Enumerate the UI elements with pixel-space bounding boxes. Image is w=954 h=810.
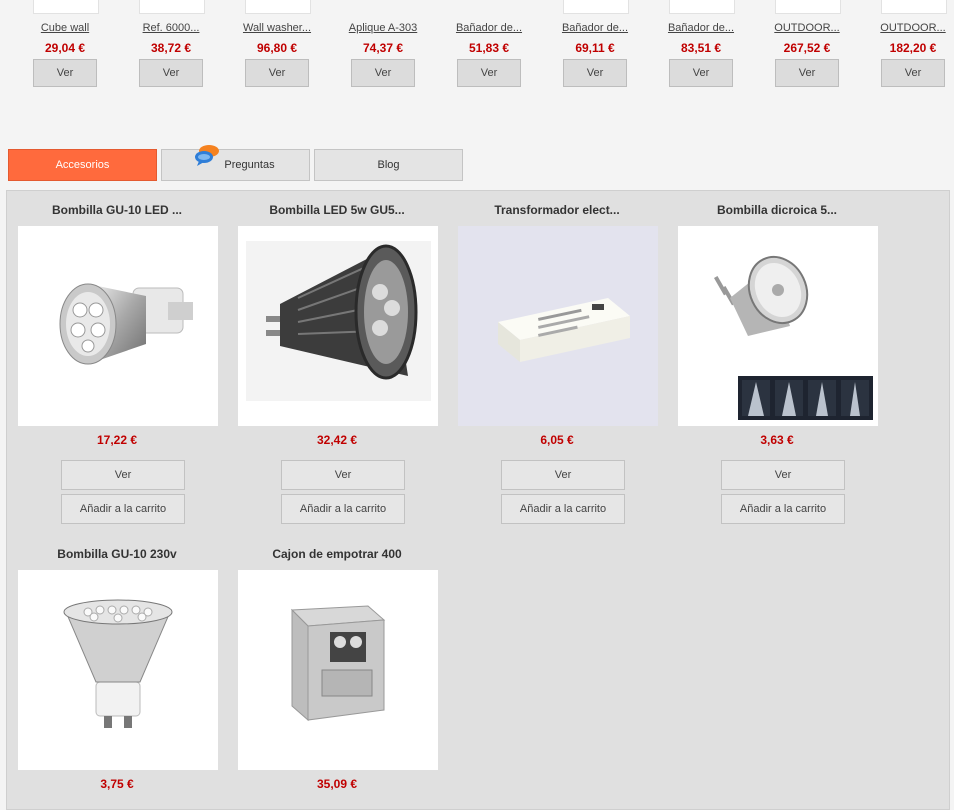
product-image[interactable] — [458, 226, 658, 426]
product-title[interactable]: Bombilla GU-10 LED ... — [7, 203, 227, 217]
add-to-cart-button[interactable]: Añadir a la carrito — [501, 494, 625, 524]
product-price: 32,42 € — [316, 433, 358, 447]
carousel-item-title[interactable]: OUTDOOR... — [863, 22, 954, 34]
product-thumbnail[interactable] — [881, 0, 947, 14]
carousel-item: OUTDOOR... 182,20 € Ver — [863, 0, 954, 100]
carousel-item: Bañador de... 83,51 € Ver — [651, 0, 751, 100]
product-title[interactable]: Bombilla GU-10 230v — [7, 547, 227, 561]
accessories-panel: Bombilla GU-10 LED ... 17,22 € Ver Añadi… — [6, 190, 950, 810]
carousel-item-title[interactable]: Bañador de... — [545, 22, 645, 34]
product-image[interactable] — [238, 570, 438, 770]
carousel-item: Cube wall 29,04 € Ver — [15, 0, 115, 100]
carousel-item: Bañador de... 69,11 € Ver — [545, 0, 645, 100]
tab-label: Accesorios — [55, 159, 110, 171]
product-thumbnail[interactable] — [563, 0, 629, 14]
recessed-box-image — [290, 605, 386, 722]
carousel-item-title[interactable]: OUTDOOR... — [757, 22, 857, 34]
ver-button[interactable]: Ver — [139, 59, 203, 87]
ver-button[interactable]: Ver — [669, 59, 733, 87]
product-thumbnail[interactable] — [351, 0, 415, 13]
ver-button[interactable]: Ver — [881, 59, 945, 87]
product-price: 17,22 € — [96, 433, 138, 447]
ver-button[interactable]: Ver — [721, 460, 845, 490]
product-image[interactable] — [238, 226, 438, 426]
product-thumbnail[interactable] — [775, 0, 841, 14]
ver-button[interactable]: Ver — [61, 460, 185, 490]
product-thumbnail[interactable] — [33, 0, 99, 14]
carousel-item-title[interactable]: Cube wall — [15, 22, 115, 34]
product-image[interactable] — [18, 226, 218, 426]
carousel-item-price: 38,72 € — [150, 41, 192, 55]
ver-button[interactable]: Ver — [33, 59, 97, 87]
add-to-cart-button[interactable]: Añadir a la carrito — [281, 494, 405, 524]
carousel-item-price: 83,51 € — [680, 41, 722, 55]
product-thumbnail[interactable] — [457, 0, 521, 13]
tab-label: Preguntas — [224, 159, 275, 171]
related-products-carousel: Cube wall 29,04 € Ver Ref. 6000... 38,72… — [0, 0, 954, 100]
add-to-cart-button[interactable]: Añadir a la carrito — [61, 494, 185, 524]
ver-button[interactable]: Ver — [775, 59, 839, 87]
chat-bubbles-icon — [195, 145, 219, 166]
tab-preguntas[interactable]: Preguntas — [161, 145, 310, 181]
tab-label: Blog — [377, 159, 400, 171]
ver-button[interactable]: Ver — [501, 460, 625, 490]
product-title[interactable]: Cajon de empotrar 400 — [227, 547, 447, 561]
carousel-item-title[interactable]: Bañador de... — [439, 22, 539, 34]
carousel-item: Wall washer... 96,80 € Ver — [227, 0, 327, 100]
carousel-item: Aplique A-303 74,37 € Ver — [333, 0, 433, 100]
ver-button[interactable]: Ver — [457, 59, 521, 87]
carousel-item: Bañador de... 51,83 € Ver — [439, 0, 539, 100]
product-price: 3,75 € — [100, 777, 134, 791]
carousel-item-price: 267,52 € — [783, 41, 831, 55]
carousel-item-price: 51,83 € — [468, 41, 510, 55]
carousel-item-price: 74,37 € — [362, 41, 404, 55]
product-thumbnail[interactable] — [245, 0, 311, 14]
add-to-cart-button[interactable]: Añadir a la carrito — [721, 494, 845, 524]
ver-button[interactable]: Ver — [351, 59, 415, 87]
carousel-item: Ref. 6000... 38,72 € Ver — [121, 0, 221, 100]
product-price: 3,63 € — [760, 433, 794, 447]
ver-button[interactable]: Ver — [245, 59, 309, 87]
transformer-image — [458, 226, 658, 426]
ver-button[interactable]: Ver — [563, 59, 627, 87]
led-mr16-bulb-image — [246, 241, 431, 401]
product-title[interactable]: Bombilla dicroica 5... — [667, 203, 887, 217]
tab-accesorios[interactable]: Accesorios — [8, 149, 157, 181]
tab-blog[interactable]: Blog — [314, 149, 463, 181]
led-gu10-bulb-image — [59, 283, 193, 365]
ver-button[interactable]: Ver — [281, 460, 405, 490]
carousel-item-title[interactable]: Bañador de... — [651, 22, 751, 34]
product-image[interactable] — [18, 570, 218, 770]
product-thumbnail[interactable] — [139, 0, 205, 14]
gu10-230v-bulb-image — [63, 599, 173, 728]
carousel-item-price: 182,20 € — [889, 41, 937, 55]
carousel-item-price: 69,11 € — [575, 41, 615, 55]
carousel-item-title[interactable]: Ref. 6000... — [121, 22, 221, 34]
product-title[interactable]: Bombilla LED 5w GU5... — [227, 203, 447, 217]
product-price: 6,05 € — [540, 433, 574, 447]
carousel-item-price: 96,80 € — [256, 41, 298, 55]
carousel-item-title[interactable]: Wall washer... — [227, 22, 327, 34]
product-thumbnail[interactable] — [669, 0, 735, 14]
carousel-item-price: 29,04 € — [44, 41, 86, 55]
product-price: 35,09 € — [316, 777, 358, 791]
carousel-item: OUTDOOR... 267,52 € Ver — [757, 0, 857, 100]
carousel-item-title[interactable]: Aplique A-303 — [333, 22, 433, 34]
product-image[interactable] — [678, 226, 878, 426]
dichroic-bulb-image — [714, 255, 873, 420]
product-title[interactable]: Transformador elect... — [447, 203, 667, 217]
